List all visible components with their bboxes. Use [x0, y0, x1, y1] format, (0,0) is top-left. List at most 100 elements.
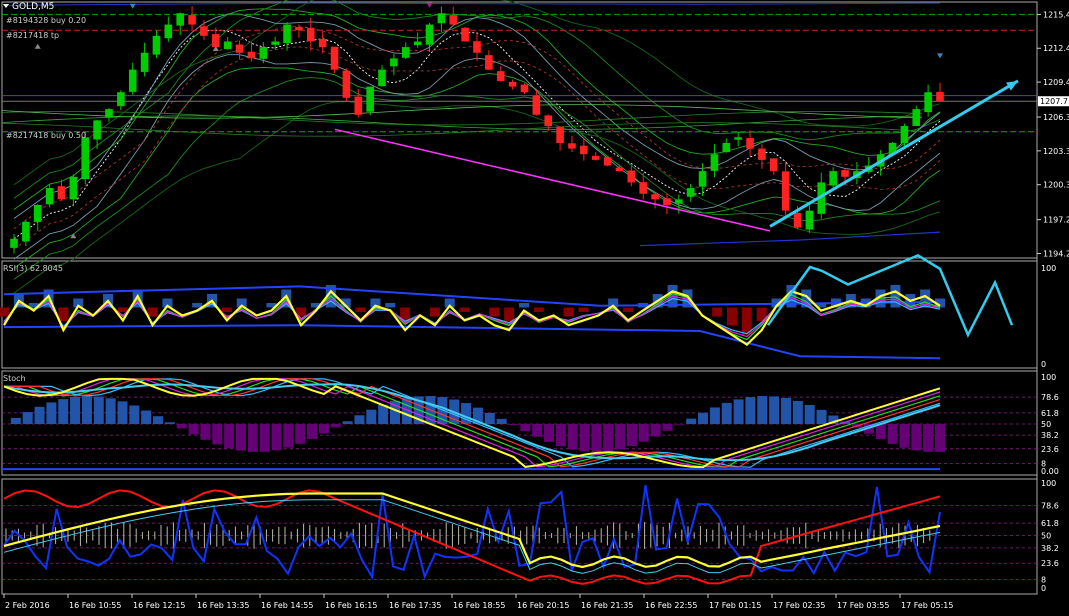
rsi-label: RSI(3) 62.8045: [3, 264, 63, 273]
symbol-title: GOLD,M5: [12, 2, 54, 12]
stoch-histogram-bar: [484, 412, 495, 424]
rsi-histogram-bar: [117, 307, 128, 312]
candle-body: [829, 171, 837, 186]
candle-body: [212, 34, 220, 48]
rsi-histogram-bar: [623, 307, 633, 312]
stoch-histogram-bar: [70, 396, 81, 424]
time-tick-label: 16 Feb 12:15: [133, 601, 185, 610]
candle-body: [639, 182, 648, 194]
bottom-tick-label: 78.6: [1041, 501, 1059, 510]
candle-body: [283, 24, 291, 44]
order-label-2: #8217418 tp: [6, 31, 59, 40]
candle-body: [900, 126, 909, 144]
candle-body: [366, 86, 374, 112]
candle-body: [295, 27, 303, 31]
candle-body: [152, 35, 161, 55]
stoch-tick-label: 61.8: [1041, 409, 1059, 418]
candle-body: [330, 46, 339, 70]
candle-body: [568, 143, 576, 149]
candle-body: [306, 27, 315, 42]
stoch-histogram-bar: [935, 424, 945, 452]
candle-body: [164, 24, 173, 39]
rsi-histogram-bar: [355, 307, 366, 312]
candle-body: [117, 92, 125, 107]
time-tick-label: 16 Feb 14:55: [261, 601, 313, 610]
candle-body: [698, 171, 707, 187]
stoch-histogram-bar: [200, 424, 211, 440]
stoch-tick-label: 23.6: [1041, 445, 1059, 454]
stoch-histogram-bar: [603, 424, 614, 452]
stoch-histogram-bar: [330, 424, 341, 428]
bottom-tick-label: 100: [1041, 479, 1056, 488]
candle-body: [651, 194, 659, 200]
candle-body: [342, 70, 351, 98]
stoch-histogram-bar: [816, 409, 827, 424]
time-tick-label: 17 Feb 03:55: [837, 601, 889, 610]
stoch-histogram-bar: [105, 398, 116, 424]
stoch-tick-label: 78.6: [1041, 393, 1059, 402]
stoch-histogram-bar: [212, 424, 223, 445]
candle-body: [781, 171, 790, 211]
candle-body: [473, 41, 481, 53]
candle-body: [128, 69, 137, 92]
rsi-tick-label: 0: [1041, 360, 1046, 369]
price-tick-label: 1215.4: [1043, 10, 1069, 19]
stoch-histogram-bar: [141, 410, 152, 424]
bottom-tick-label: 0: [1041, 584, 1046, 593]
stoch-histogram-bar: [271, 424, 282, 451]
stoch-histogram-bar: [792, 400, 803, 424]
rsi-histogram-bar: [727, 307, 737, 326]
stoch-histogram-bar: [638, 424, 649, 442]
candle-body: [912, 109, 921, 126]
rsi-histogram-bar: [504, 307, 515, 321]
stoch-histogram-bar: [437, 397, 448, 424]
candle-body: [805, 210, 814, 230]
candle-body: [437, 13, 446, 24]
candle-body: [140, 52, 149, 72]
stoch-histogram-bar: [188, 424, 199, 435]
stoch-histogram-bar: [532, 424, 543, 437]
trading-chart[interactable]: 1215.4 1212.4 1209.4 1206.3 1203.3 1200.3 1197…: [0, 0, 1069, 616]
candle-body: [485, 55, 493, 70]
stoch-tick-label: 100: [1041, 373, 1056, 382]
candle-body: [223, 41, 232, 49]
candle-body: [841, 170, 849, 177]
candle-body: [710, 154, 719, 171]
candle-body: [10, 238, 18, 248]
candle-body: [544, 115, 553, 127]
stoch-histogram-bar: [10, 417, 21, 424]
stoch-histogram-bar: [224, 424, 235, 449]
stoch-histogram-bar: [626, 424, 637, 447]
stoch-histogram-bar: [93, 396, 104, 424]
stoch-histogram-bar: [342, 421, 353, 424]
stoch-histogram-bar: [591, 424, 602, 452]
stoch-histogram-bar: [650, 424, 661, 437]
candle-body: [271, 41, 279, 45]
stoch-histogram-bar: [923, 424, 934, 452]
candle-body: [603, 157, 612, 166]
candle-body: [449, 15, 458, 25]
candle-body: [247, 51, 256, 59]
bottom-tick-label: 23.6: [1041, 559, 1059, 568]
stoch-histogram-bar: [544, 424, 555, 442]
stoch-histogram-bar: [247, 424, 258, 452]
stoch-histogram-bar: [733, 399, 744, 424]
time-tick-label: 16 Feb 20:15: [517, 601, 569, 610]
candle-body: [57, 186, 66, 200]
order-label-1: #8194328 buy 0.20: [6, 16, 86, 25]
stoch-histogram-bar: [520, 424, 531, 432]
candle-body: [45, 188, 54, 205]
stoch-histogram-bar: [366, 409, 377, 424]
rsi-histogram-bar: [533, 307, 544, 312]
stoch-histogram-bar: [318, 424, 329, 434]
stoch-histogram-bar: [780, 398, 791, 424]
candle-body: [591, 155, 600, 160]
candle-body: [259, 47, 268, 59]
stoch-histogram-bar: [176, 424, 187, 429]
stoch-histogram-bar: [721, 402, 732, 424]
candle-body: [105, 109, 113, 118]
stoch-histogram-bar: [508, 424, 519, 425]
candle-body: [378, 69, 386, 87]
stoch-histogram-bar: [34, 406, 45, 424]
stoch-histogram-bar: [698, 412, 709, 424]
